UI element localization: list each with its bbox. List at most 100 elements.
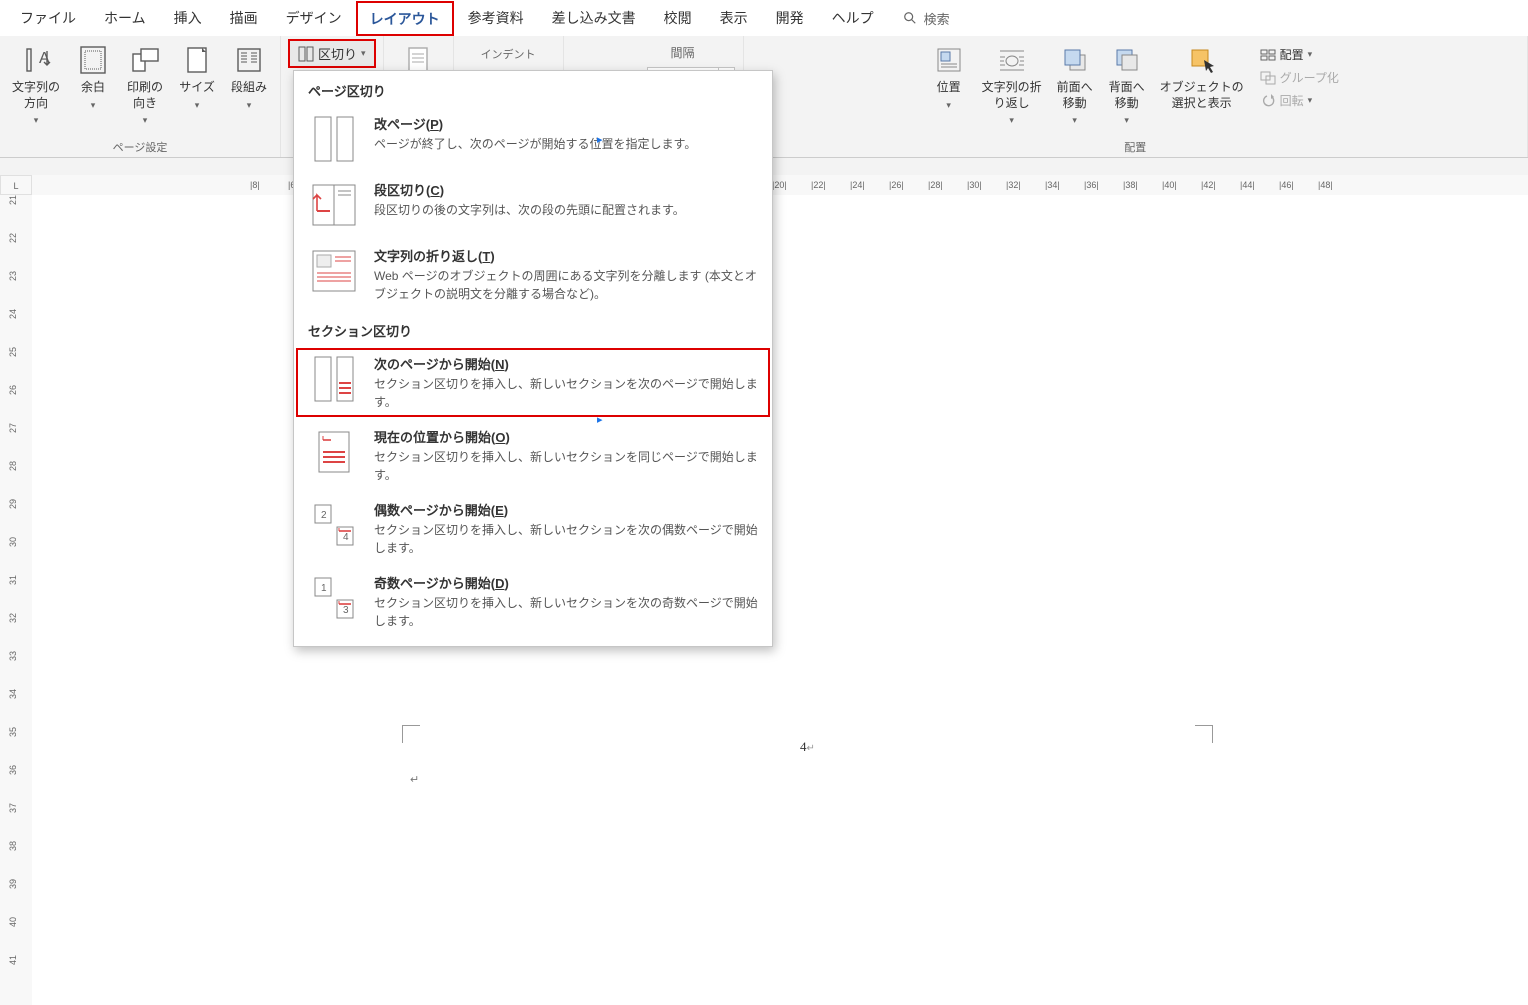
send-backward-button[interactable]: 背面へ 移動▾ xyxy=(1104,40,1150,131)
break-column-desc: 段区切りの後の文字列は、次の段の先頭に配置されます。 xyxy=(374,201,758,219)
section-next-page-desc: セクション区切りを挿入し、新しいセクションを次のページで開始します。 xyxy=(374,375,758,411)
menu-draw[interactable]: 描画 xyxy=(216,0,272,36)
text-direction-button[interactable]: A 文字列の 方向▾ xyxy=(8,40,64,131)
menu-mailings[interactable]: 差し込み文書 xyxy=(538,0,650,36)
document-area[interactable]: 4↵ ↵ xyxy=(32,195,1528,1005)
selection-pane-icon xyxy=(1186,44,1218,76)
group-label-arrange: 配置 xyxy=(1124,137,1146,155)
align-icon xyxy=(1260,47,1276,63)
break-textwrap-title: 文字列の折り返し(T) xyxy=(374,246,758,265)
svg-text:2: 2 xyxy=(321,510,327,521)
active-caret-icon: ▸ xyxy=(597,413,605,426)
chevron-down-icon: ▾ xyxy=(34,115,39,127)
search-box[interactable]: 検索 xyxy=(888,3,964,34)
search-icon xyxy=(902,10,918,26)
section-odd-page-item[interactable]: 13 奇数ページから開始(D) セクション区切りを挿入し、新しいセクションを次の… xyxy=(294,565,772,638)
section-continuous-desc: セクション区切りを挿入し、新しいセクションを同じページで開始します。 xyxy=(374,448,758,484)
section-odd-page-title: 奇数ページから開始(D) xyxy=(374,573,758,592)
menu-help[interactable]: ヘルプ xyxy=(818,0,888,36)
chevron-down-icon: ▾ xyxy=(91,100,96,112)
chevron-down-icon: ▾ xyxy=(361,48,366,59)
chevron-down-icon: ▾ xyxy=(1124,115,1129,127)
page-corner-mark xyxy=(1195,725,1213,743)
svg-text:4: 4 xyxy=(343,532,349,543)
section-even-page-icon: 24 xyxy=(308,500,360,550)
menu-home[interactable]: ホーム xyxy=(90,0,160,36)
section-next-page-icon xyxy=(308,354,360,404)
size-button[interactable]: サイズ▾ xyxy=(174,40,220,115)
paragraph-mark: ↵ xyxy=(410,773,419,786)
section-continuous-title: 現在の位置から開始(O) xyxy=(374,427,758,446)
section-even-page-item[interactable]: 24 偶数ページから開始(E) セクション区切りを挿入し、新しいセクションを次の… xyxy=(294,492,772,565)
section-even-page-desc: セクション区切りを挿入し、新しいセクションを次の偶数ページで開始します。 xyxy=(374,521,758,557)
chevron-down-icon: ▾ xyxy=(247,100,252,112)
group-icon xyxy=(1260,70,1276,86)
position-icon xyxy=(933,44,965,76)
break-page-item[interactable]: 改ページ(P) ページが終了し、次のページが開始する位置を指定します。 xyxy=(294,106,772,172)
group-button[interactable]: グループ化 xyxy=(1254,67,1345,88)
orientation-icon xyxy=(129,44,161,76)
chevron-down-icon: ▾ xyxy=(143,115,148,127)
selection-pane-button[interactable]: オブジェクトの 選択と表示 xyxy=(1156,40,1248,115)
group-label-indent: インデント xyxy=(481,40,536,62)
breaks-icon xyxy=(298,46,314,62)
send-backward-icon xyxy=(1111,44,1143,76)
rotate-button[interactable]: 回転▾ xyxy=(1254,90,1345,111)
break-textwrap-desc: Web ページのオブジェクトの周囲にある文字列を分離します (本文とオブジェクト… xyxy=(374,267,758,303)
column-break-icon xyxy=(308,180,360,230)
group-label-page-setup: ページ設定 xyxy=(113,137,168,155)
menu-file[interactable]: ファイル xyxy=(6,0,90,36)
bring-forward-button[interactable]: 前面へ 移動▾ xyxy=(1052,40,1098,131)
chevron-down-icon: ▾ xyxy=(1308,49,1313,60)
break-page-title: 改ページ(P) xyxy=(374,114,758,133)
dropdown-section-section-breaks: セクション区切り xyxy=(294,311,772,346)
section-continuous-item[interactable]: 現在の位置から開始(O) セクション区切りを挿入し、新しいセクションを同じページ… xyxy=(294,419,772,492)
chevron-down-icon: ▾ xyxy=(946,100,951,112)
columns-button[interactable]: 段組み▾ xyxy=(226,40,272,115)
wrap-icon xyxy=(996,44,1028,76)
wrap-button[interactable]: 文字列の折 り返し▾ xyxy=(978,40,1046,131)
page-break-icon xyxy=(308,114,360,164)
menu-view[interactable]: 表示 xyxy=(706,0,762,36)
section-continuous-icon xyxy=(308,427,360,477)
chevron-down-icon: ▾ xyxy=(195,100,200,112)
bring-forward-icon xyxy=(1059,44,1091,76)
columns-icon xyxy=(233,44,265,76)
group-arrange: 位置▾ 文字列の折 り返し▾ 前面へ 移動▾ 背面へ 移動▾ xyxy=(744,36,1528,157)
breaks-dropdown-button[interactable]: 区切り ▾ xyxy=(289,40,375,67)
rotate-icon xyxy=(1260,93,1276,109)
page-number: 4↵ xyxy=(800,739,815,755)
position-button[interactable]: 位置▾ xyxy=(926,40,972,115)
section-next-page-item[interactable]: 次のページから開始(N) セクション区切りを挿入し、新しいセクションを次のページ… xyxy=(294,346,772,419)
break-textwrap-item[interactable]: 文字列の折り返し(T) Web ページのオブジェクトの周囲にある文字列を分離しま… xyxy=(294,238,772,311)
menu-layout[interactable]: レイアウト xyxy=(356,1,454,36)
break-column-title: 段区切り(C) xyxy=(374,180,758,199)
breaks-dropdown-panel: ページ区切り ▸ 改ページ(P) ページが終了し、次のページが開始する位置を指定… xyxy=(293,70,773,647)
break-column-item[interactable]: 段区切り(C) 段区切りの後の文字列は、次の段の先頭に配置されます。 xyxy=(294,172,772,238)
section-next-page-title: 次のページから開始(N) xyxy=(374,354,758,373)
group-label-spacing: 間隔 xyxy=(572,40,735,61)
menu-references[interactable]: 参考資料 xyxy=(454,0,538,36)
menu-review[interactable]: 校閲 xyxy=(650,0,706,36)
chevron-down-icon: ▾ xyxy=(1072,115,1077,127)
chevron-down-icon: ▾ xyxy=(1308,95,1313,106)
dropdown-section-page-breaks: ページ区切り xyxy=(294,71,772,106)
menu-design[interactable]: デザイン xyxy=(272,0,356,36)
horizontal-ruler[interactable]: |8||6||20||22||24||26||28||30||32||34||3… xyxy=(32,175,1528,195)
active-caret-icon: ▸ xyxy=(597,133,605,146)
align-button[interactable]: 配置▾ xyxy=(1254,44,1345,65)
menu-bar: ファイル ホーム 挿入 描画 デザイン レイアウト 参考資料 差し込み文書 校閲… xyxy=(0,0,1528,36)
margins-icon xyxy=(77,44,109,76)
size-icon xyxy=(181,44,213,76)
chevron-down-icon: ▾ xyxy=(1009,115,1014,127)
section-even-page-title: 偶数ページから開始(E) xyxy=(374,500,758,519)
menu-insert[interactable]: 挿入 xyxy=(160,0,216,36)
menu-developer[interactable]: 開発 xyxy=(762,0,818,36)
svg-text:1: 1 xyxy=(321,583,327,594)
margins-button[interactable]: 余白▾ xyxy=(70,40,116,115)
vertical-ruler[interactable]: 2122232425262728293031323334353637383940… xyxy=(0,195,32,1005)
text-direction-icon: A xyxy=(20,44,52,76)
ruler-corner: L xyxy=(0,175,32,195)
orientation-button[interactable]: 印刷の 向き▾ xyxy=(122,40,168,131)
break-page-desc: ページが終了し、次のページが開始する位置を指定します。 xyxy=(374,135,758,153)
